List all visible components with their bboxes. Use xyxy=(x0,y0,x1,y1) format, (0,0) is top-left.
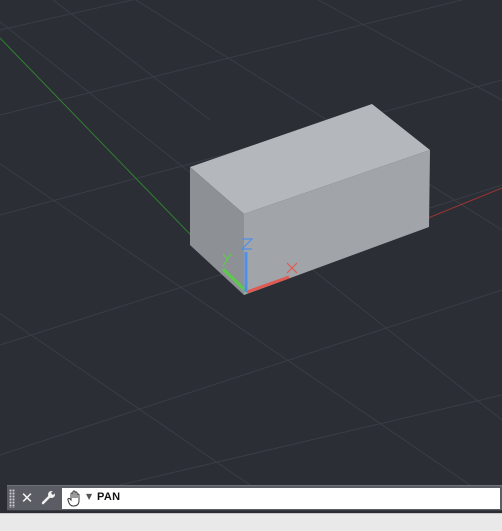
command-input[interactable]: ▼ PAN xyxy=(62,488,500,509)
chevron-down-icon[interactable]: ▼ xyxy=(86,492,92,501)
grip-handle[interactable] xyxy=(9,489,15,508)
status-bar xyxy=(0,513,502,531)
wrench-icon[interactable] xyxy=(40,489,58,507)
drawing-viewport[interactable] xyxy=(0,0,502,485)
pan-hand-icon[interactable] xyxy=(66,489,84,508)
command-line-bar: ✕ ▼ PAN xyxy=(7,485,502,511)
solid-box[interactable] xyxy=(190,104,430,295)
command-text: PAN xyxy=(97,491,121,503)
close-icon[interactable]: ✕ xyxy=(18,489,36,507)
model-space-canvas[interactable] xyxy=(0,0,502,485)
